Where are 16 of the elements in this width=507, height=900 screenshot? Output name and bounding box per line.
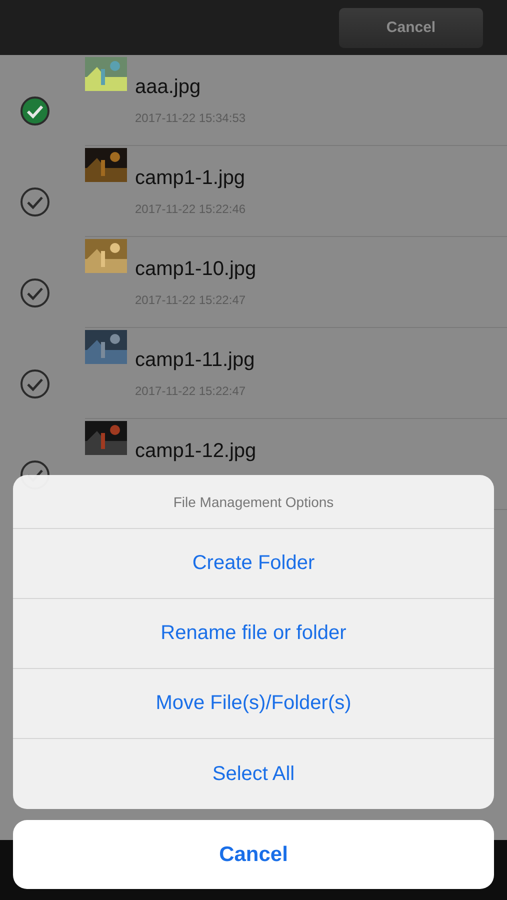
file-name: camp1-10.jpg [135, 257, 256, 281]
file-name: camp1-12.jpg [135, 439, 256, 463]
unchecked-icon[interactable] [20, 368, 50, 398]
unchecked-icon[interactable] [20, 278, 50, 308]
cancel-button[interactable]: Cancel [13, 820, 494, 889]
sheet-option[interactable]: Create Folder [13, 529, 494, 599]
checked-icon[interactable] [20, 96, 50, 126]
sheet-option[interactable]: Rename file or folder [13, 599, 494, 669]
unchecked-icon[interactable] [20, 186, 50, 216]
sheet-option[interactable]: Move File(s)/Folder(s) [13, 669, 494, 739]
cancel-button[interactable]: Cancel [339, 8, 483, 48]
file-name: aaa.jpg [135, 75, 201, 99]
sheet-title: File Management Options [13, 475, 494, 529]
file-name: camp1-1.jpg [135, 166, 246, 190]
sheet-option[interactable]: Select All [13, 739, 494, 809]
file-name: camp1-11.jpg [135, 348, 255, 372]
